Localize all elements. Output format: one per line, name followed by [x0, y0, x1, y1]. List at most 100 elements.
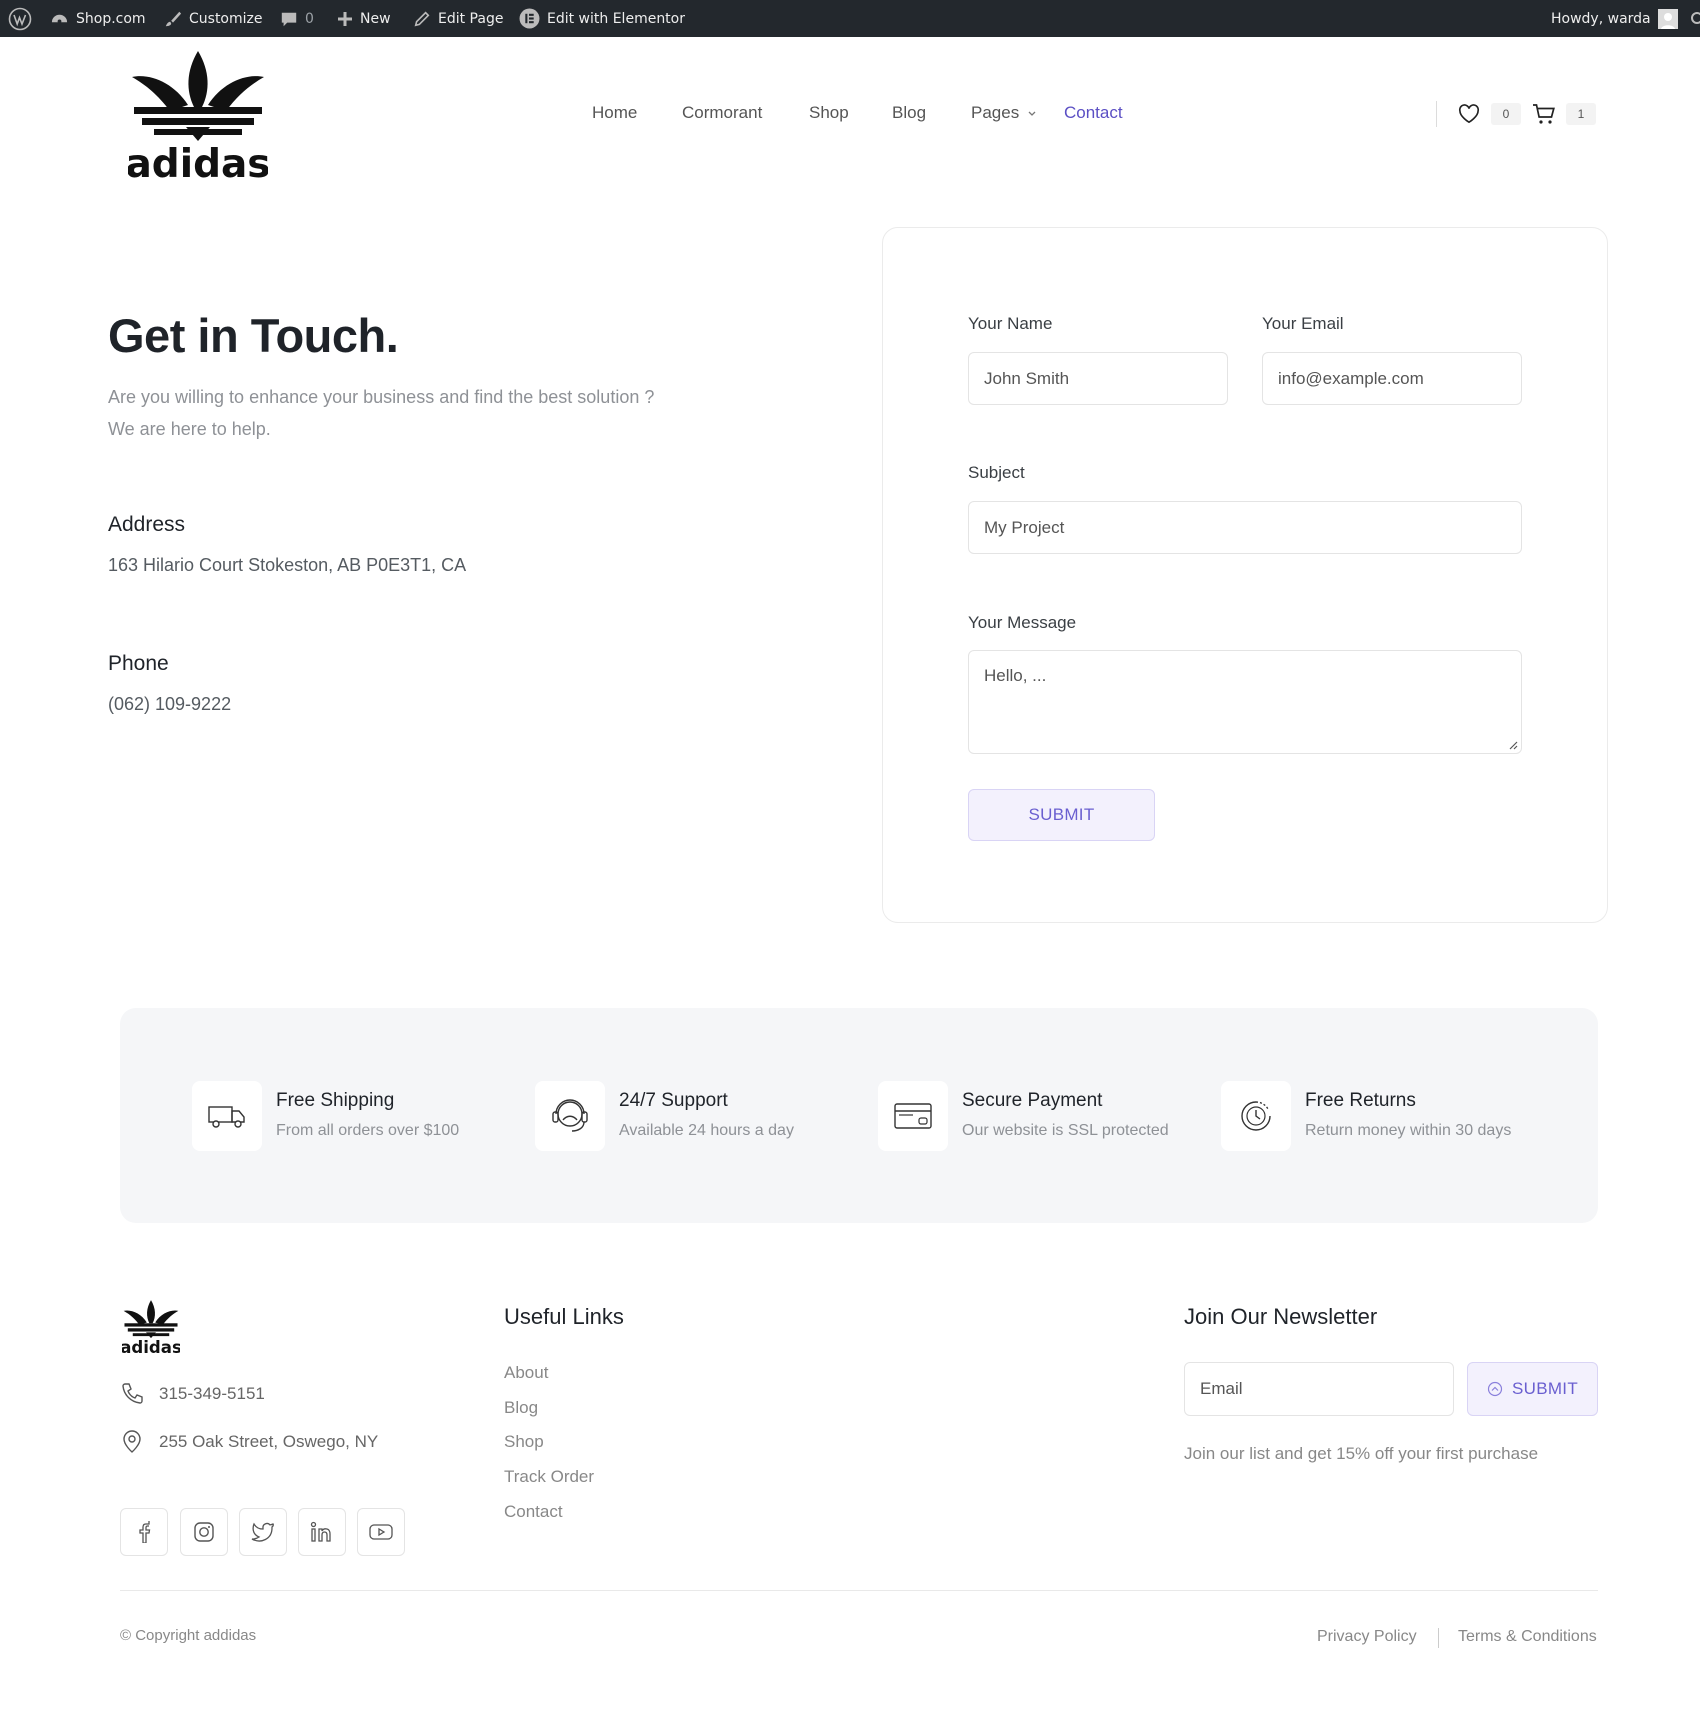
- message-label: Your Message: [968, 613, 1077, 632]
- brand-logo[interactable]: adidas: [128, 49, 268, 183]
- cart-count: 1: [1566, 103, 1596, 125]
- resize-handle-icon[interactable]: [1508, 740, 1518, 750]
- submit-button-label: SUBMIT: [1028, 805, 1095, 824]
- newsletter-note: Join our list and get 15% off your first…: [1184, 1444, 1539, 1463]
- chevron-down-icon[interactable]: [1027, 107, 1037, 117]
- admin-new-link[interactable]: New: [337, 0, 391, 37]
- useful-links-heading: Useful Links: [504, 1304, 624, 1329]
- address-value: 163 Hilario Court Stokeston, AB P0E3T1, …: [108, 555, 467, 575]
- wordpress-logo-icon[interactable]: [8, 0, 32, 37]
- page-title: Get in Touch.: [108, 309, 399, 362]
- feature-subtitle: Available 24 hours a day: [619, 1122, 794, 1139]
- contact-intro: Are you willing to enhance your business…: [108, 381, 728, 445]
- admin-comments-count: 0: [305, 10, 314, 27]
- footer-link-about[interactable]: About: [504, 1363, 548, 1383]
- comment-icon: [281, 12, 297, 26]
- admin-edit-page-label: Edit Page: [438, 10, 504, 27]
- footer-link-shop[interactable]: Shop: [504, 1432, 544, 1452]
- feature-title: Free Returns: [1305, 1090, 1416, 1111]
- wishlist-count: 0: [1491, 103, 1521, 125]
- features-band: [120, 1008, 1598, 1223]
- phone-value: (062) 109-9222: [108, 694, 232, 714]
- plus-icon: [338, 11, 352, 26]
- nav-blog[interactable]: Blog: [892, 103, 926, 123]
- footer-link-track-order[interactable]: Track Order: [504, 1467, 594, 1487]
- phone-heading: Phone: [108, 652, 169, 675]
- twitter-icon[interactable]: [239, 1508, 287, 1556]
- terms-link[interactable]: Terms & Conditions: [1458, 1628, 1597, 1646]
- nav-shop[interactable]: Shop: [809, 103, 849, 123]
- admin-howdy-text: Howdy, warda: [1551, 10, 1651, 27]
- user-avatar-icon: [1657, 8, 1678, 29]
- message-textarea[interactable]: Hello, ...: [968, 650, 1522, 754]
- location-pin-icon: [123, 1430, 141, 1453]
- admin-elementor-link[interactable]: Edit with Elementor: [519, 0, 685, 37]
- admin-customize-label: Customize: [189, 10, 263, 27]
- feature-subtitle: Our website is SSL protected: [962, 1122, 1169, 1139]
- subject-label: Subject: [968, 463, 1025, 482]
- footer-address-text: 255 Oak Street, Oswego, NY: [159, 1432, 379, 1451]
- newsletter-email-input[interactable]: Email: [1184, 1362, 1454, 1416]
- name-label: Your Name: [968, 314, 1053, 333]
- pencil-icon: [414, 11, 430, 26]
- feature-title: Free Shipping: [276, 1090, 395, 1111]
- admin-account-link[interactable]: Howdy, warda: [1551, 0, 1678, 37]
- header-divider: [1436, 101, 1437, 127]
- submit-button[interactable]: SUBMIT: [968, 789, 1155, 841]
- logo-wordmark: adidas: [128, 142, 268, 183]
- footer-link-contact[interactable]: Contact: [504, 1502, 563, 1522]
- newsletter-submit-label: SUBMIT: [1511, 1379, 1579, 1398]
- dashboard-icon: [51, 14, 68, 24]
- subject-input[interactable]: My Project: [968, 501, 1522, 554]
- admin-comments-link[interactable]: 0: [280, 0, 314, 37]
- linkedin-icon[interactable]: [298, 1508, 346, 1556]
- message-placeholder: Hello, ...: [984, 666, 1047, 685]
- feature-title: 24/7 Support: [619, 1090, 728, 1111]
- email-label: Your Email: [1262, 314, 1344, 333]
- name-input[interactable]: John Smith: [968, 352, 1228, 405]
- newsletter-heading: Join Our Newsletter: [1184, 1304, 1378, 1329]
- heart-icon[interactable]: [1458, 104, 1480, 124]
- feature-subtitle: From all orders over $100: [276, 1122, 460, 1139]
- footer-link-blog[interactable]: Blog: [504, 1398, 538, 1418]
- copyright: © Copyright addidas: [120, 1627, 257, 1644]
- cart-icon[interactable]: [1532, 102, 1556, 126]
- nav-pages[interactable]: Pages: [971, 103, 1019, 123]
- footer-logo-wordmark: adidas: [122, 1338, 180, 1355]
- newsletter-submit-button[interactable]: SUBMIT: [1467, 1362, 1598, 1416]
- footer-divider: [120, 1590, 1598, 1591]
- footer-address: 255 Oak Street, Oswego, NY: [120, 1429, 378, 1455]
- admin-edit-page-link[interactable]: Edit Page: [413, 0, 503, 37]
- admin-bar: Shop.com Customize 0 New Edit Page Edit …: [0, 0, 1700, 37]
- contact-intro-line-2: We are here to help.: [108, 419, 271, 439]
- facebook-icon[interactable]: [120, 1508, 168, 1556]
- elementor-icon: [519, 8, 540, 29]
- privacy-policy-link[interactable]: Privacy Policy: [1317, 1628, 1417, 1646]
- nav-cormorant[interactable]: Cormorant: [682, 103, 762, 123]
- admin-site-link[interactable]: Shop.com: [50, 0, 146, 37]
- nav-home[interactable]: Home: [592, 103, 637, 123]
- contact-intro-line-1: Are you willing to enhance your business…: [108, 387, 655, 407]
- footer-phone-text: 315-349-5151: [159, 1384, 265, 1403]
- feature-subtitle: Return money within 30 days: [1305, 1122, 1512, 1139]
- headset-icon: [535, 1081, 605, 1151]
- instagram-icon[interactable]: [180, 1508, 228, 1556]
- credit-card-icon: [878, 1081, 948, 1151]
- clock-return-icon: [1221, 1081, 1291, 1151]
- admin-search-icon[interactable]: [1688, 0, 1700, 37]
- address-heading: Address: [108, 513, 186, 536]
- bottom-links-separator: [1438, 1628, 1439, 1648]
- admin-customize-link[interactable]: Customize: [164, 0, 263, 37]
- phone-icon: [122, 1383, 143, 1404]
- nav-contact[interactable]: Contact: [1064, 103, 1123, 123]
- feature-title: Secure Payment: [962, 1090, 1103, 1111]
- brush-icon: [165, 11, 182, 26]
- email-input[interactable]: info@example.com: [1262, 352, 1522, 405]
- admin-new-label: New: [360, 10, 391, 27]
- admin-site-name: Shop.com: [76, 10, 146, 27]
- footer-phone: 315-349-5151: [120, 1381, 265, 1407]
- youtube-icon[interactable]: [357, 1508, 405, 1556]
- footer-logo[interactable]: adidas: [122, 1299, 180, 1355]
- admin-elementor-label: Edit with Elementor: [547, 10, 685, 27]
- arrow-up-circle-icon: [1487, 1381, 1503, 1397]
